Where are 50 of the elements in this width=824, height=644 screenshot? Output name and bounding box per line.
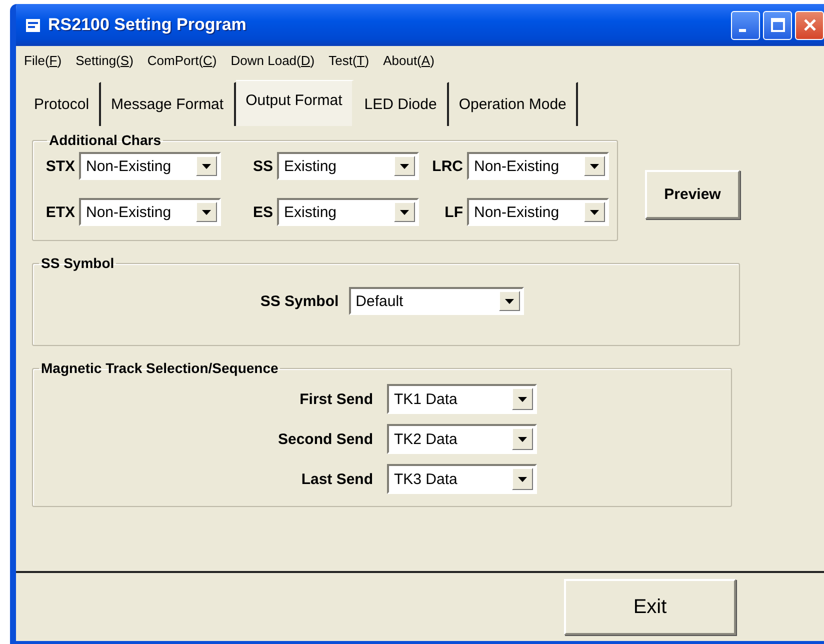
caret-icon bbox=[202, 210, 211, 214]
app-icon bbox=[26, 18, 40, 32]
menu-item[interactable]: File(F) bbox=[24, 52, 62, 68]
maximize-icon bbox=[770, 18, 784, 32]
caret-icon bbox=[202, 164, 211, 168]
dropdown-field[interactable]: Default bbox=[348, 287, 524, 315]
window-title: RS2100 Setting Program bbox=[48, 15, 248, 35]
maximize-button[interactable] bbox=[763, 10, 792, 40]
minimize-icon bbox=[739, 28, 746, 32]
menu-item[interactable]: Test(T) bbox=[328, 52, 370, 68]
field-label: ES bbox=[252, 204, 274, 220]
field-label: First Send bbox=[298, 390, 374, 408]
caret-icon bbox=[590, 164, 599, 168]
field-label: SS Symbol bbox=[260, 292, 340, 310]
caret-icon bbox=[504, 298, 514, 304]
field-label: LRC bbox=[431, 158, 464, 174]
caret-icon bbox=[400, 210, 409, 214]
field-label: LF bbox=[444, 204, 464, 220]
dropdown-field[interactable]: Non-Existing bbox=[467, 198, 609, 226]
preview-button[interactable]: Preview bbox=[645, 170, 740, 219]
dropdown-field[interactable]: Existing bbox=[277, 198, 419, 226]
group-title: Additional Chars bbox=[48, 132, 162, 148]
field-label: Second Send bbox=[276, 430, 374, 448]
dropdown-field[interactable]: Non-Existing bbox=[79, 152, 221, 180]
field-label: Last Send bbox=[300, 470, 374, 488]
tab[interactable]: Output Format bbox=[236, 80, 354, 126]
caret-icon bbox=[400, 164, 409, 168]
field-label: SS bbox=[252, 158, 274, 174]
field-label: STX bbox=[44, 158, 76, 174]
dropdown-field[interactable]: TK1 Data bbox=[387, 384, 537, 414]
dropdown-field[interactable]: TK3 Data bbox=[387, 464, 537, 494]
dropdown-field[interactable]: Non-Existing bbox=[467, 152, 609, 180]
dropdown-field[interactable]: Non-Existing bbox=[79, 198, 221, 226]
group-title: SS Symbol bbox=[40, 255, 116, 271]
menu-item[interactable]: About(A) bbox=[383, 52, 434, 68]
menu-item[interactable]: ComPort(C) bbox=[147, 52, 217, 68]
exit-button[interactable]: Exit bbox=[564, 579, 736, 635]
group-title: Magnetic Track Selection/Sequence bbox=[40, 360, 280, 376]
field-label: ETX bbox=[44, 204, 76, 220]
close-button[interactable] bbox=[795, 10, 824, 40]
dropdown-field[interactable]: Existing bbox=[277, 152, 419, 180]
caret-icon bbox=[518, 396, 527, 402]
menu-item[interactable]: Setting(S) bbox=[76, 52, 134, 68]
close-icon bbox=[802, 18, 816, 32]
caret-icon bbox=[590, 210, 599, 214]
minimize-button[interactable] bbox=[731, 10, 760, 40]
caret-icon bbox=[518, 476, 527, 482]
menu-item[interactable]: Down Load(D) bbox=[230, 52, 315, 68]
dropdown-field[interactable]: TK2 Data bbox=[387, 424, 537, 454]
caret-icon bbox=[518, 436, 527, 442]
